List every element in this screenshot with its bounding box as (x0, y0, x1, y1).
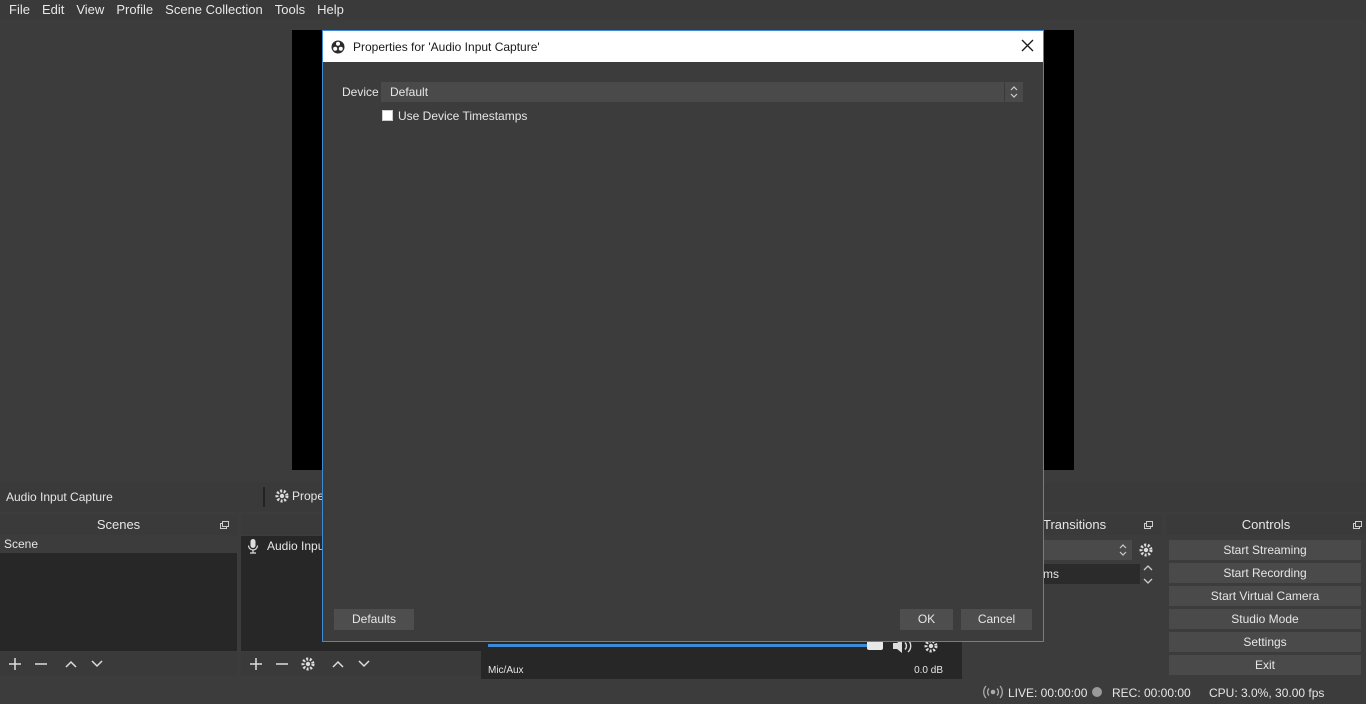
device-label: Device (342, 85, 379, 99)
controls-title: Controls (1241, 517, 1291, 532)
duration-field[interactable]: ms (1043, 564, 1140, 584)
gear-icon (275, 489, 289, 503)
device-value: Default (390, 85, 429, 99)
remove-scene-button[interactable] (28, 653, 54, 675)
chevron-updown-icon (1119, 544, 1127, 556)
scenes-title: Scenes (96, 517, 141, 532)
chevron-up-icon[interactable] (1141, 562, 1155, 573)
menu-tools[interactable]: Tools (269, 0, 311, 20)
cpu-usage: CPU: 3.0%, 30.00 fps (1209, 686, 1325, 700)
volume-slider-track[interactable] (488, 644, 878, 647)
menu-bar: File Edit View Profile Scene Collection … (0, 0, 1366, 20)
chevron-down-icon (91, 660, 103, 668)
add-source-button[interactable] (243, 653, 269, 675)
float-dock-icon[interactable] (1353, 521, 1362, 529)
minus-icon (35, 663, 47, 665)
record-indicator (1092, 687, 1102, 697)
dialog-title: Properties for 'Audio Input Capture' (353, 39, 540, 54)
move-source-up-button[interactable] (325, 653, 351, 675)
source-item-label: Audio Input (267, 539, 328, 553)
mixer-level: 0.0 dB (914, 665, 943, 676)
source-properties-button[interactable] (295, 653, 321, 675)
chevron-down-icon (358, 660, 370, 668)
remove-source-button[interactable] (269, 653, 295, 675)
start-streaming-button[interactable]: Start Streaming (1169, 540, 1361, 560)
transitions-dock-header: Transitions (1042, 515, 1162, 535)
broadcast-icon (983, 685, 1003, 699)
device-select[interactable]: Default (381, 82, 1023, 102)
menu-edit[interactable]: Edit (36, 0, 70, 20)
duration-suffix: ms (1043, 567, 1059, 581)
dialog-titlebar[interactable]: Properties for 'Audio Input Capture' (323, 31, 1043, 62)
gear-icon (301, 657, 315, 671)
defaults-button[interactable]: Defaults (334, 609, 414, 630)
controls-dock-header: Controls (1166, 515, 1366, 535)
close-icon[interactable] (1021, 39, 1034, 52)
chevron-updown-icon (1010, 86, 1018, 98)
move-source-down-button[interactable] (351, 653, 377, 675)
float-dock-icon[interactable] (220, 521, 229, 529)
obs-logo-icon (331, 40, 345, 53)
scene-item-label: Scene (4, 537, 39, 551)
move-scene-down-button[interactable] (84, 653, 110, 675)
chevron-up-icon (332, 660, 344, 668)
add-scene-button[interactable] (2, 653, 28, 675)
start-virtual-camera-button[interactable]: Start Virtual Camera (1169, 586, 1361, 606)
float-dock-icon[interactable] (1144, 521, 1153, 529)
chevron-up-icon (65, 660, 77, 668)
timestamps-checkbox[interactable] (382, 110, 393, 121)
scene-item[interactable]: Scene (0, 536, 237, 553)
menu-scene-collection[interactable]: Scene Collection (159, 0, 269, 20)
move-scene-up-button[interactable] (58, 653, 84, 675)
scenes-list: Scene (0, 536, 237, 651)
plus-icon (250, 658, 262, 670)
timestamps-label: Use Device Timestamps (398, 109, 528, 123)
ok-button[interactable]: OK (900, 609, 953, 630)
menu-help[interactable]: Help (311, 0, 350, 20)
selected-source-name: Audio Input Capture (6, 490, 113, 504)
start-recording-button[interactable]: Start Recording (1169, 563, 1361, 583)
properties-button[interactable]: Proper (274, 488, 328, 504)
menu-profile[interactable]: Profile (110, 0, 159, 20)
sources-toolbar (241, 652, 481, 676)
rec-timer: REC: 00:00:00 (1112, 686, 1191, 700)
chevron-down-icon[interactable] (1141, 576, 1155, 587)
menu-file[interactable]: File (0, 0, 36, 20)
status-bar: LIVE: 00:00:00 REC: 00:00:00 CPU: 3.0%, … (0, 681, 1366, 704)
minus-icon (276, 663, 288, 665)
select-divider (1004, 82, 1005, 102)
cancel-button[interactable]: Cancel (961, 609, 1032, 630)
live-timer: LIVE: 00:00:00 (1008, 686, 1088, 700)
toolbar-separator (263, 487, 265, 507)
exit-button[interactable]: Exit (1169, 655, 1361, 675)
gear-icon[interactable] (1138, 542, 1154, 558)
studio-mode-button[interactable]: Studio Mode (1169, 609, 1361, 629)
microphone-icon (247, 539, 259, 554)
scenes-toolbar (0, 652, 237, 676)
scenes-dock-header: Scenes (0, 515, 237, 535)
properties-dialog: Properties for 'Audio Input Capture' Dev… (322, 30, 1044, 642)
transition-select[interactable] (1043, 540, 1132, 560)
menu-view[interactable]: View (70, 0, 110, 20)
plus-icon (9, 658, 21, 670)
duration-spinner[interactable] (1141, 562, 1158, 585)
mixer-channel-name: Mic/Aux (488, 665, 524, 676)
settings-button[interactable]: Settings (1169, 632, 1361, 652)
transitions-title: Transitions (1043, 517, 1107, 532)
